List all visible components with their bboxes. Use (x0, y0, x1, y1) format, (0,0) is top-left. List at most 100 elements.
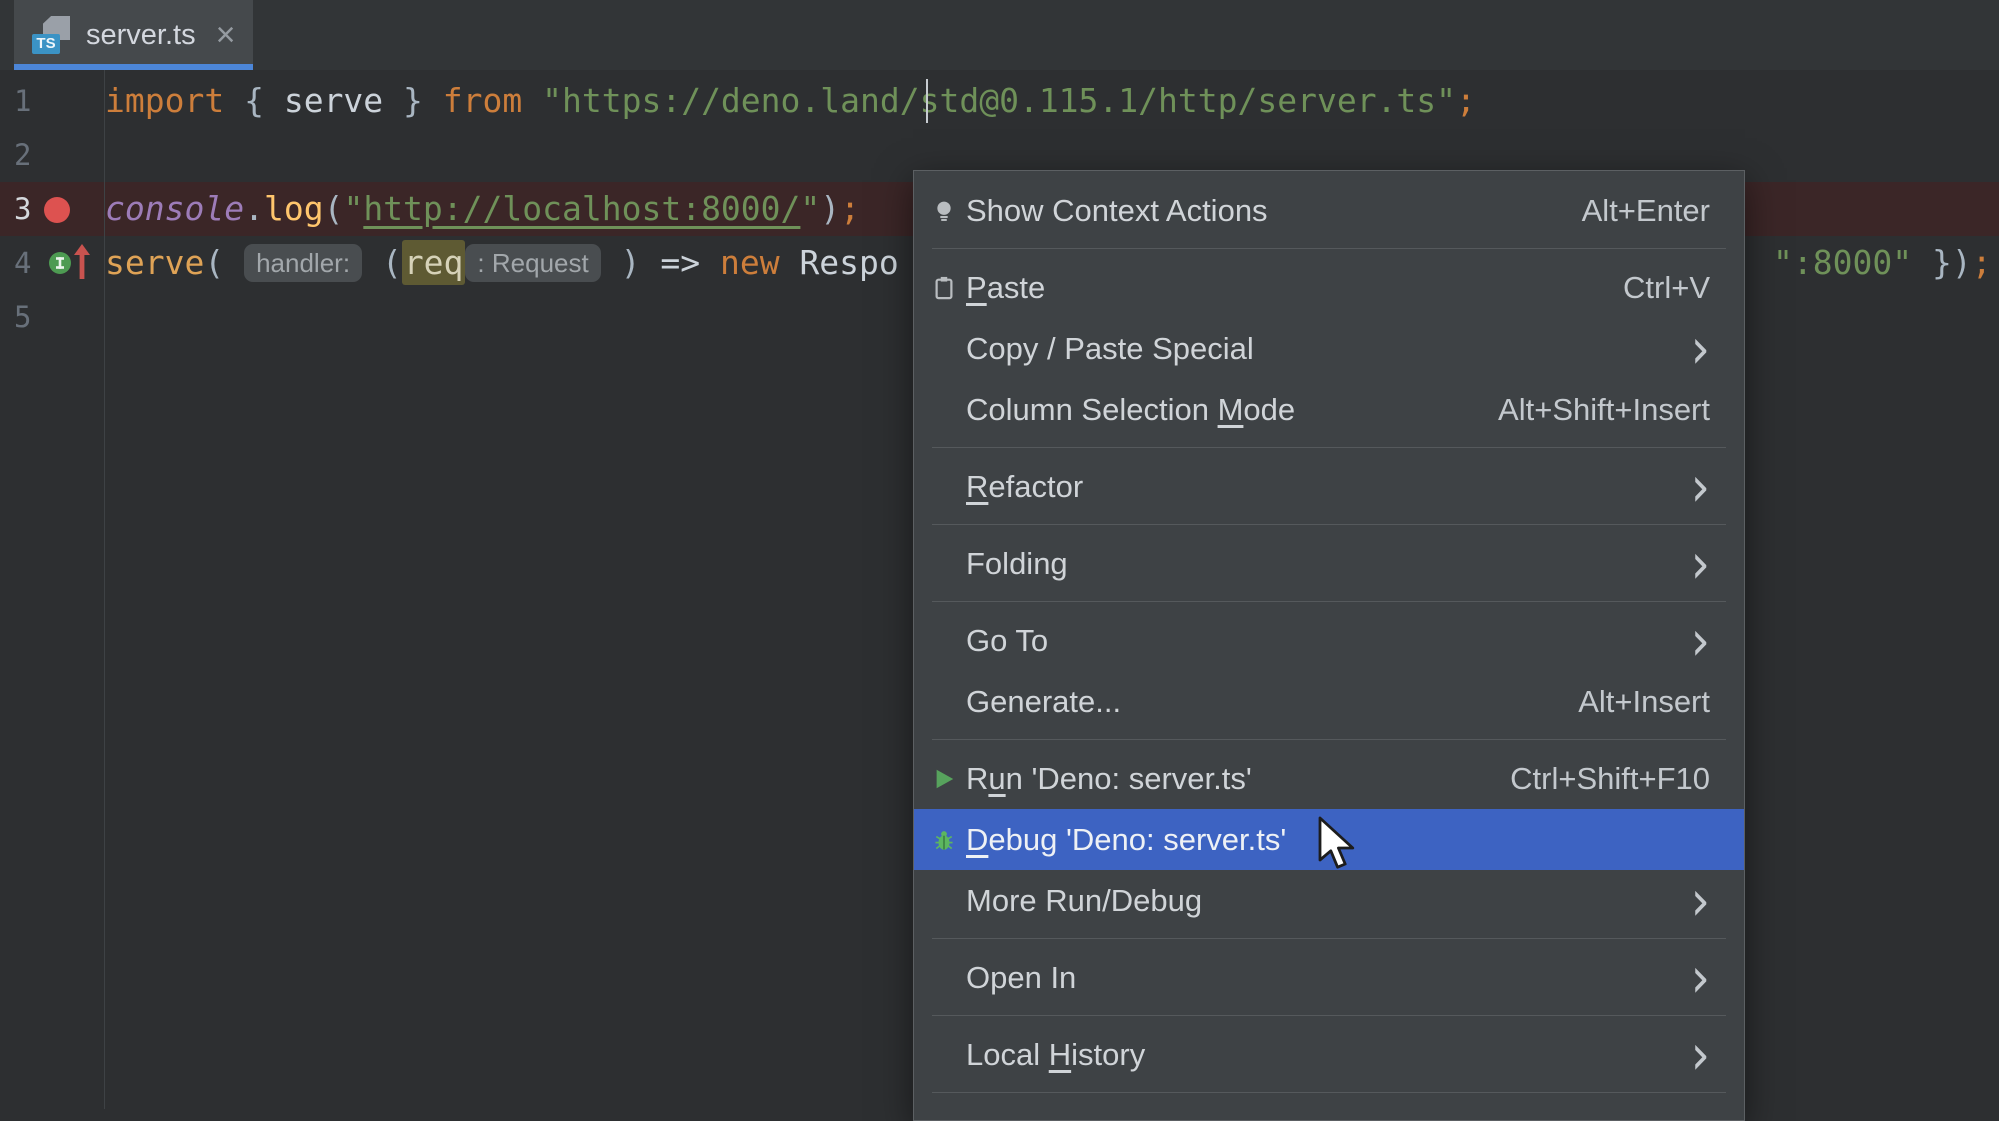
token: ) (621, 243, 641, 282)
token: console (105, 189, 244, 228)
editor-gutter: 1 2 3 4 5 (0, 70, 105, 1109)
menu-separator (932, 447, 1726, 448)
token: => (640, 243, 719, 282)
line-number: 3 (14, 182, 31, 236)
menu-item-refactor[interactable]: Refactor › (914, 456, 1744, 517)
editor-context-menu: Show Context Actions Alt+Enter Paste Ctr… (913, 170, 1745, 1121)
line-number: 2 (14, 128, 31, 182)
submenu-arrow-icon: › (1691, 464, 1710, 510)
code-line-4[interactable]: serve( handler: (req: Request ) => new R… (105, 236, 899, 290)
token: " (343, 189, 363, 228)
menu-item-shortcut: Ctrl+V (1623, 270, 1710, 306)
menu-item-column-selection-mode[interactable]: Column Selection Mode Alt+Shift+Insert (914, 379, 1744, 440)
tab-close-icon[interactable]: × (216, 18, 236, 52)
menu-item-paste[interactable]: Paste Ctrl+V (914, 257, 1744, 318)
token: { (244, 81, 284, 120)
token: ; (840, 189, 860, 228)
token: }) (1912, 243, 1972, 282)
debug-icon (932, 826, 956, 854)
menu-item-go-to[interactable]: Go To › (914, 610, 1744, 671)
menu-item-show-context-actions[interactable]: Show Context Actions Alt+Enter (914, 180, 1744, 241)
menu-item-label: Refactor (966, 469, 1083, 505)
token: } (383, 81, 443, 120)
menu-item-label: Run 'Deno: server.ts' (966, 761, 1252, 797)
menu-item-run-deno-server[interactable]: Run 'Deno: server.ts' Ctrl+Shift+F10 (914, 748, 1744, 809)
menu-separator (932, 1092, 1726, 1093)
token: ; (1972, 243, 1992, 282)
menu-separator (932, 1015, 1726, 1016)
submenu-arrow-icon: › (1691, 541, 1710, 587)
token: ( (204, 243, 244, 282)
menu-separator (932, 938, 1726, 939)
line-number: 5 (14, 290, 31, 344)
menu-item-label: Local History (966, 1037, 1145, 1073)
menu-separator (932, 524, 1726, 525)
token: " (800, 189, 820, 228)
submenu-arrow-icon: › (1691, 955, 1710, 1001)
code-line-1[interactable]: import { serve } from "https://deno.land… (105, 74, 1476, 128)
menu-item-label: Column Selection Mode (966, 392, 1295, 428)
menu-item-shortcut: Ctrl+Shift+F10 (1510, 761, 1710, 797)
token (362, 243, 382, 282)
tab-server-ts[interactable]: TS server.ts × (14, 0, 253, 70)
menu-item-shortcut: Alt+Insert (1578, 684, 1710, 720)
menu-item-local-history[interactable]: Local History › (914, 1024, 1744, 1085)
menu-item-folding[interactable]: Folding › (914, 533, 1744, 594)
menu-separator (932, 739, 1726, 740)
menu-item-label: Open In (966, 960, 1076, 996)
code-line-3[interactable]: console.log("http://localhost:8000/"); (105, 182, 860, 236)
token: ( (324, 189, 344, 228)
text-caret (926, 79, 928, 123)
menu-item-label: Show Context Actions (966, 193, 1268, 229)
token (601, 243, 621, 282)
submenu-arrow-icon: › (1691, 618, 1710, 664)
highlighted-identifier: req (402, 240, 466, 285)
menu-item-label: Go To (966, 623, 1048, 659)
line-number: 4 (14, 236, 31, 290)
token: ; (1456, 81, 1476, 120)
menu-item-more-run-debug[interactable]: More Run/Debug › (914, 870, 1744, 931)
menu-item-label: Debug 'Deno: server.ts' (966, 822, 1286, 858)
token: serve (105, 243, 204, 282)
url-token: http://localhost:8000/ (363, 189, 800, 228)
menu-separator (932, 601, 1726, 602)
mouse-cursor (1316, 816, 1360, 876)
navigate-up-arrow-icon[interactable] (72, 242, 92, 282)
token: Respo (799, 243, 898, 282)
code-line-4-right[interactable]: ":8000" }); (1773, 236, 1992, 290)
editor-tab-bar: TS server.ts × (0, 0, 1999, 70)
token: ":8000" (1773, 243, 1912, 282)
inlay-hint-param-type: : Request (465, 244, 600, 282)
menu-separator (932, 248, 1726, 249)
menu-item-generate[interactable]: Generate... Alt+Insert (914, 671, 1744, 732)
menu-item-label: More Run/Debug (966, 883, 1202, 919)
token: ) (820, 189, 840, 228)
inlay-hint-param-name: handler: (244, 244, 362, 282)
token: serve (284, 81, 383, 120)
menu-item-copy-paste-special[interactable]: Copy / Paste Special › (914, 318, 1744, 379)
menu-item-open-in[interactable]: Open In › (914, 947, 1744, 1008)
token: . (244, 189, 264, 228)
menu-item-shortcut: Alt+Shift+Insert (1498, 392, 1710, 428)
menu-item-label: Generate... (966, 684, 1121, 720)
token: new (720, 243, 799, 282)
implementation-marker-icon[interactable] (48, 251, 72, 275)
token: import (105, 81, 244, 120)
submenu-arrow-icon: › (1691, 1032, 1710, 1078)
menu-item-label: Folding (966, 546, 1068, 582)
typescript-file-icon: TS (32, 15, 72, 55)
run-icon (932, 766, 956, 792)
paste-icon (932, 274, 956, 302)
token: log (264, 189, 324, 228)
lightbulb-icon (932, 197, 956, 225)
tab-title: server.ts (86, 19, 196, 52)
ts-badge: TS (32, 34, 60, 54)
menu-item-label: Paste (966, 270, 1045, 306)
breakpoint-icon[interactable] (44, 197, 70, 223)
submenu-arrow-icon: › (1691, 326, 1710, 372)
submenu-arrow-icon: › (1691, 878, 1710, 924)
menu-item-label: Copy / Paste Special (966, 331, 1254, 367)
line-number: 1 (14, 74, 31, 128)
token: from (443, 81, 542, 120)
token: "https://deno.land/std@0.115.1/http/serv… (542, 81, 1456, 120)
